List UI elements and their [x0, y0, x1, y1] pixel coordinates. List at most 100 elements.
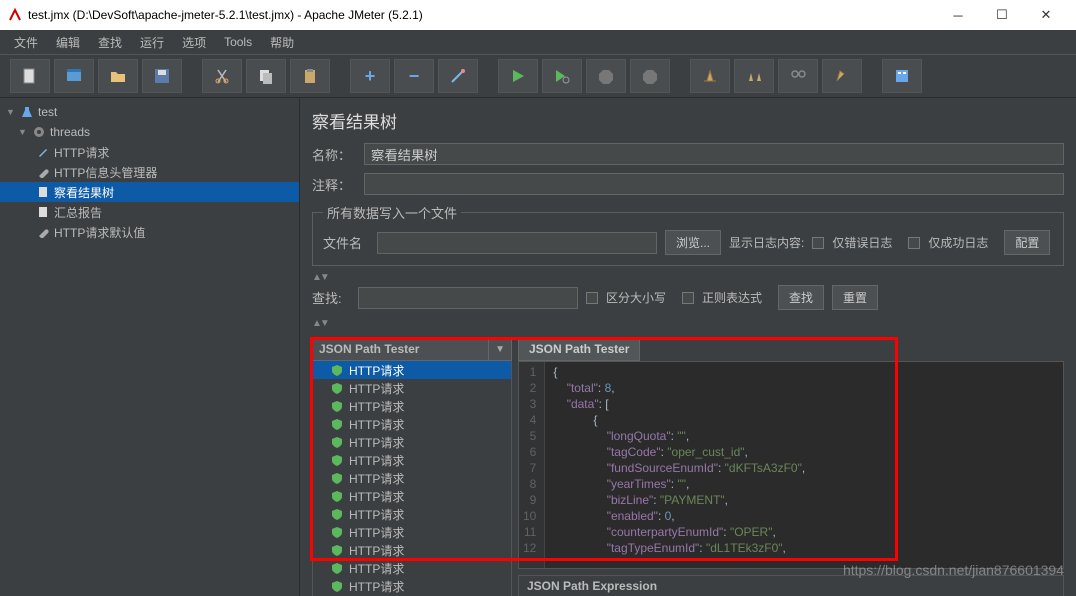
save-button[interactable] [142, 59, 182, 93]
shield-success-icon [331, 454, 343, 466]
menu-tools[interactable]: Tools [216, 32, 260, 52]
close-button[interactable]: ✕ [1024, 0, 1068, 30]
collapse-indicator[interactable]: ▲▼ [312, 272, 1064, 283]
search-label: 查找: [312, 288, 350, 307]
result-item[interactable]: HTTP请求 [313, 541, 511, 559]
title-bar: test.jmx (D:\DevSoft\apache-jmeter-5.2.1… [0, 0, 1076, 30]
result-item[interactable]: HTTP请求 [313, 523, 511, 541]
success-only-label: 仅成功日志 [928, 234, 988, 251]
cut-button[interactable] [202, 59, 242, 93]
toggle-button[interactable] [438, 59, 478, 93]
toggle-icon[interactable]: ▼ [6, 107, 16, 117]
filename-input[interactable] [377, 232, 657, 254]
start-button[interactable] [498, 59, 538, 93]
menu-find[interactable]: 查找 [90, 31, 130, 54]
result-item[interactable]: HTTP请求 [313, 487, 511, 505]
name-input[interactable] [364, 143, 1064, 165]
maximize-button[interactable]: ☐ [980, 0, 1024, 30]
tree-node-view-results-tree[interactable]: 察看结果树 [0, 182, 299, 202]
tree-node-http-request[interactable]: HTTP请求 [0, 142, 299, 162]
error-only-checkbox[interactable] [812, 237, 824, 249]
result-item[interactable]: HTTP请求 [313, 397, 511, 415]
reset-button[interactable]: 重置 [832, 285, 878, 310]
copy-button[interactable] [246, 59, 286, 93]
result-item[interactable]: HTTP请求 [313, 577, 511, 595]
result-item[interactable]: HTTP请求 [313, 559, 511, 577]
response-tab[interactable]: JSON Path Tester [518, 337, 640, 361]
shield-success-icon [331, 418, 343, 430]
code-lines: { "total": 8, "data": [ { "longQuota": "… [545, 362, 813, 568]
collapse-indicator[interactable]: ▲▼ [312, 318, 1064, 329]
success-only-checkbox[interactable] [908, 237, 920, 249]
tree-node-http-defaults[interactable]: HTTP请求默认值 [0, 222, 299, 242]
templates-button[interactable] [54, 59, 94, 93]
regex-label: 正则表达式 [702, 289, 762, 306]
search-exec-button[interactable]: 查找 [778, 285, 824, 310]
result-item[interactable]: HTTP请求 [313, 505, 511, 523]
renderer-dropdown[interactable]: JSON Path Tester ▼ [312, 337, 512, 361]
menu-help[interactable]: 帮助 [262, 31, 302, 54]
wrench-icon [36, 225, 50, 239]
comment-label: 注释： [312, 175, 356, 194]
paste-button[interactable] [290, 59, 330, 93]
start-no-timers-button[interactable] [542, 59, 582, 93]
reset-search-button[interactable] [822, 59, 862, 93]
response-body[interactable]: 123456789101112 { "total": 8, "data": [ … [518, 361, 1064, 569]
result-item[interactable]: HTTP请求 [313, 451, 511, 469]
toolbar: + − [0, 54, 1076, 98]
case-sensitive-label: 区分大小写 [606, 289, 666, 306]
result-item[interactable]: HTTP请求 [313, 361, 511, 379]
shield-success-icon [331, 472, 343, 484]
expand-button[interactable]: + [350, 59, 390, 93]
tree-node-summary-report[interactable]: 汇总报告 [0, 202, 299, 222]
browse-button[interactable]: 浏览... [665, 230, 721, 255]
open-button[interactable] [98, 59, 138, 93]
comment-input[interactable] [364, 173, 1064, 195]
menu-run[interactable]: 运行 [132, 31, 172, 54]
stop-button[interactable] [586, 59, 626, 93]
config-button[interactable]: 配置 [1004, 230, 1050, 255]
clear-button[interactable] [690, 59, 730, 93]
search-input[interactable] [358, 287, 578, 309]
chevron-down-icon: ▼ [488, 338, 505, 360]
renderer-value: JSON Path Tester [319, 342, 419, 356]
toggle-icon[interactable]: ▼ [18, 127, 28, 137]
fieldset-legend: 所有数据写入一个文件 [323, 203, 461, 222]
regex-checkbox[interactable] [682, 292, 694, 304]
result-item[interactable]: HTTP请求 [313, 415, 511, 433]
shield-success-icon [331, 544, 343, 556]
function-helper-button[interactable] [882, 59, 922, 93]
new-button[interactable] [10, 59, 50, 93]
flask-icon [20, 105, 34, 119]
menu-file[interactable]: 文件 [6, 31, 46, 54]
shield-success-icon [331, 436, 343, 448]
minimize-button[interactable]: ─ [936, 0, 980, 30]
result-item[interactable]: HTTP请求 [313, 433, 511, 451]
case-sensitive-checkbox[interactable] [586, 292, 598, 304]
pipette-icon [36, 145, 50, 159]
result-item[interactable]: HTTP请求 [313, 379, 511, 397]
menu-edit[interactable]: 编辑 [48, 31, 88, 54]
result-item[interactable]: HTTP请求 [313, 469, 511, 487]
paper-icon [36, 205, 50, 219]
shutdown-button[interactable] [630, 59, 670, 93]
shield-success-icon [331, 490, 343, 502]
tree-node-test-plan[interactable]: ▼ test [0, 102, 299, 122]
results-list[interactable]: HTTP请求 HTTP请求 HTTP请求 HTTP请求 HTTP请求 HTTP请… [312, 361, 512, 596]
shield-success-icon [331, 400, 343, 412]
search-button[interactable] [778, 59, 818, 93]
shield-success-icon [331, 364, 343, 376]
tree-node-threads[interactable]: ▼ threads [0, 122, 299, 142]
shield-success-icon [331, 562, 343, 574]
name-label: 名称： [312, 145, 356, 164]
menu-options[interactable]: 选项 [174, 31, 214, 54]
shield-success-icon [331, 382, 343, 394]
clear-all-button[interactable] [734, 59, 774, 93]
write-to-file-fieldset: 所有数据写入一个文件 文件名 浏览... 显示日志内容: 仅错误日志 仅成功日志… [312, 203, 1064, 266]
test-plan-tree[interactable]: ▼ test ▼ threads HTTP请求 HTTP信息头管理器 察看结果树… [0, 98, 300, 596]
tree-node-header-manager[interactable]: HTTP信息头管理器 [0, 162, 299, 182]
window-title: test.jmx (D:\DevSoft\apache-jmeter-5.2.1… [28, 8, 936, 22]
collapse-button[interactable]: − [394, 59, 434, 93]
menu-bar: 文件 编辑 查找 运行 选项 Tools 帮助 [0, 30, 1076, 54]
filename-label: 文件名 [323, 233, 369, 252]
